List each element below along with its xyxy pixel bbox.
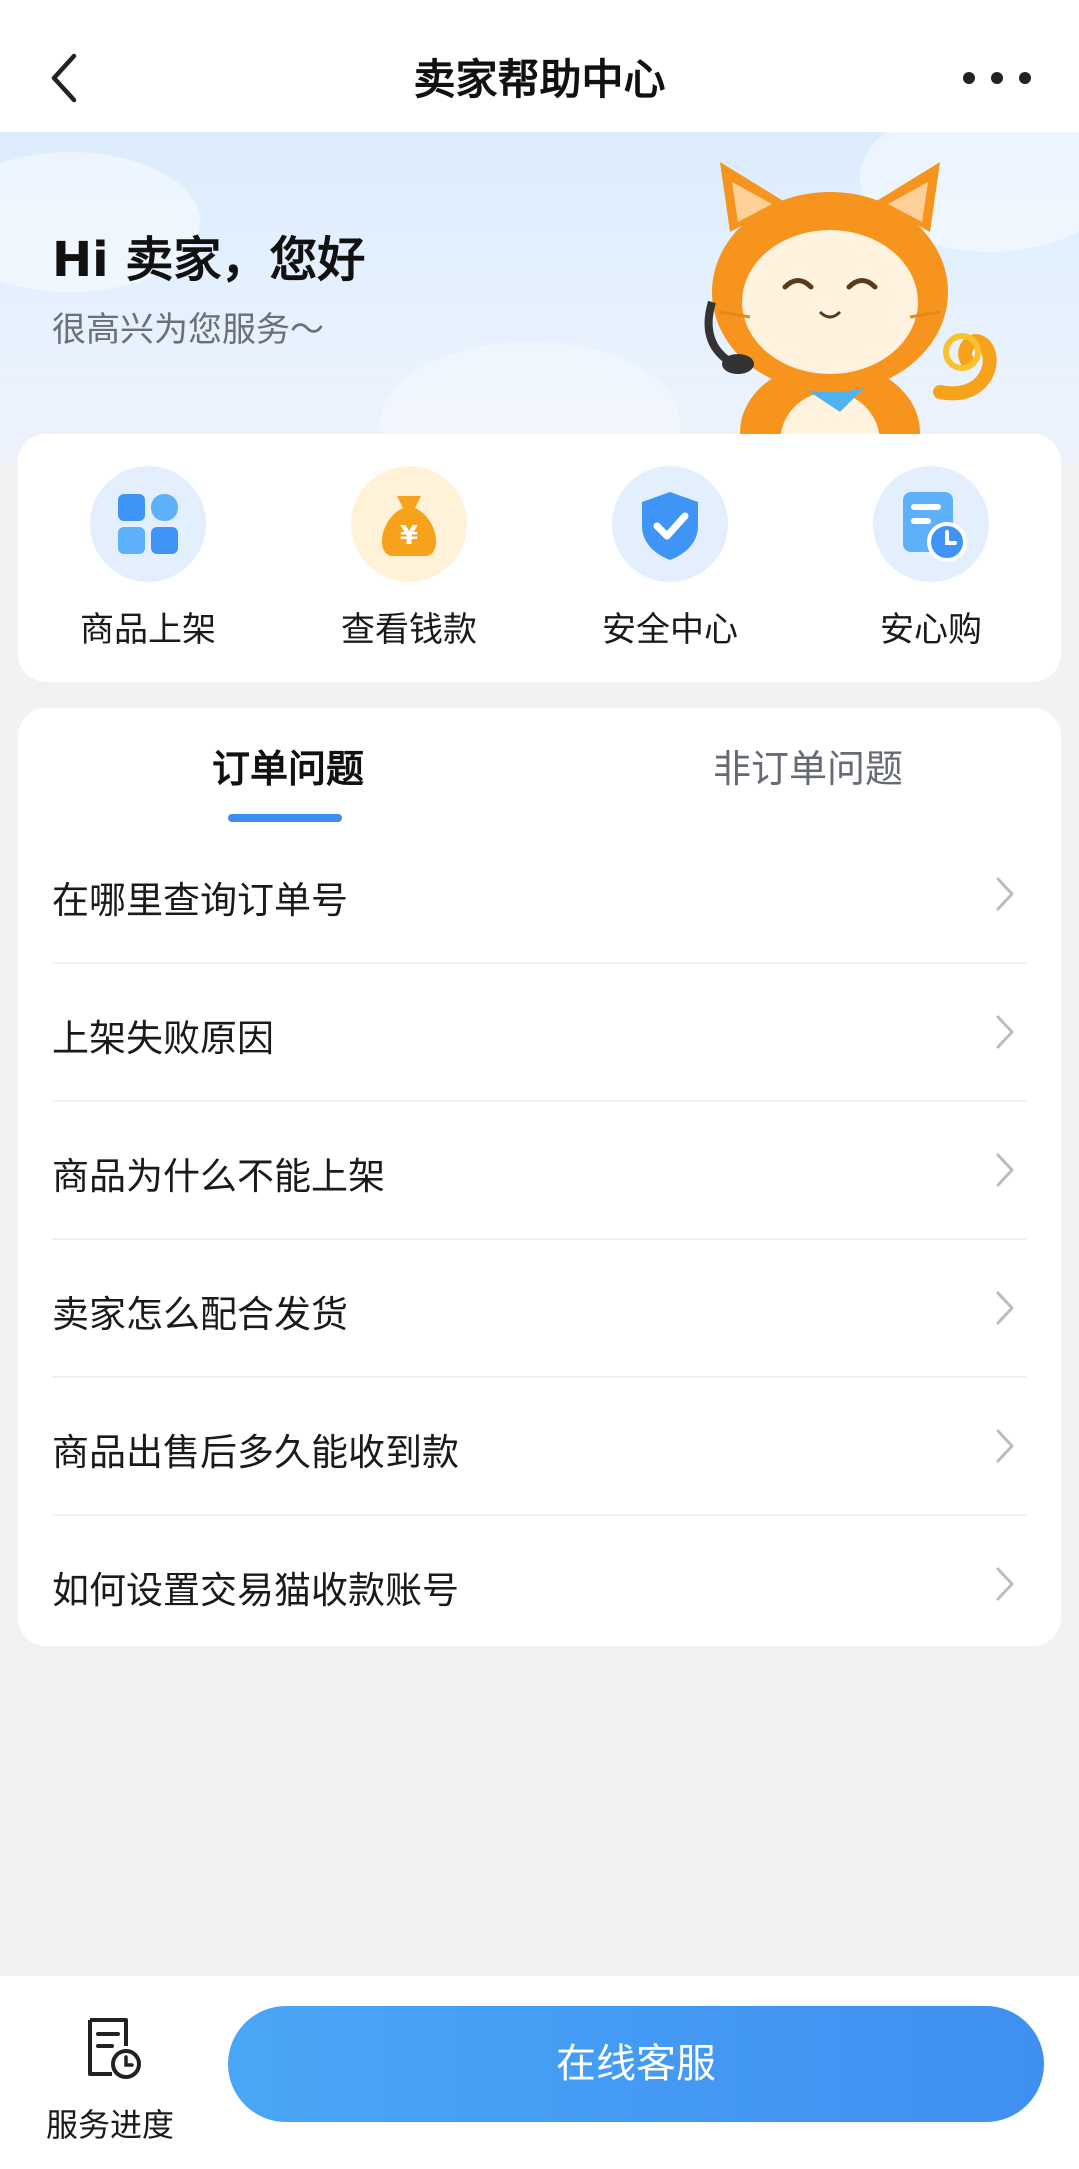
tab-order-issues[interactable]: 订单问题 (190, 738, 386, 822)
faq-item[interactable]: 商品出售后多久能收到款 (18, 1378, 1061, 1516)
quick-action-label: 安心购 (880, 610, 982, 650)
chevron-right-icon (996, 1153, 1014, 1187)
faq-question: 商品出售后多久能收到款 (52, 1431, 459, 1474)
quick-action-label: 商品上架 (80, 610, 216, 650)
online-customer-service-button[interactable]: 在线客服 (228, 2006, 1044, 2122)
cat-mascot-illustration (704, 162, 997, 462)
service-progress-label: 服务进度 (45, 2106, 174, 2144)
order-clock-icon (873, 466, 989, 582)
page-title: 卖家帮助中心 (413, 55, 666, 104)
faq-question: 卖家怎么配合发货 (52, 1293, 348, 1336)
faq-question: 商品为什么不能上架 (52, 1155, 385, 1198)
bottom-action-bar: 服务进度 在线客服 (0, 1976, 1079, 2169)
faq-item[interactable]: 上架失败原因 (18, 964, 1061, 1102)
chevron-right-icon (996, 1015, 1014, 1049)
top-nav-bar: 卖家帮助中心 (0, 0, 1079, 132)
money-bag-icon: ¥ (351, 466, 467, 582)
quick-action-safe-purchase[interactable]: 安心购 (801, 434, 1061, 682)
tab-non-order-issues[interactable]: 非订单问题 (678, 738, 938, 808)
tab-label: 非订单问题 (712, 747, 903, 791)
greeting-subtitle: 很高兴为您服务～ (52, 310, 324, 350)
faq-card: 订单问题 非订单问题 在哪里查询订单号 上架失败原因 商品为什么不能上架 卖家怎… (18, 708, 1061, 1646)
chevron-right-icon (996, 877, 1014, 911)
service-progress-button[interactable]: 服务进度 (20, 2016, 200, 2146)
hero-banner: Hi 卖家，您好 很高兴为您服务～ (0, 132, 1079, 462)
greeting-title: Hi 卖家，您好 (52, 232, 366, 288)
chevron-right-icon (996, 1567, 1014, 1601)
quick-action-view-funds[interactable]: ¥ 查看钱款 (279, 434, 539, 682)
shield-check-icon (612, 466, 728, 582)
tab-active-indicator (228, 814, 342, 822)
faq-item[interactable]: 如何设置交易猫收款账号 (18, 1516, 1061, 1654)
faq-list: 在哪里查询订单号 上架失败原因 商品为什么不能上架 卖家怎么配合发货 商品出售后… (18, 826, 1061, 1654)
quick-actions-card: 商品上架 ¥ 查看钱款 安全中心 安心购 (18, 434, 1061, 682)
svg-text:¥: ¥ (400, 521, 418, 551)
chevron-right-icon (996, 1291, 1014, 1325)
faq-item[interactable]: 商品为什么不能上架 (18, 1102, 1061, 1240)
faq-question: 上架失败原因 (52, 1017, 274, 1060)
document-clock-icon (88, 2018, 141, 2079)
chevron-right-icon (996, 1429, 1014, 1463)
quick-action-label: 安全中心 (602, 610, 738, 650)
faq-item[interactable]: 卖家怎么配合发货 (18, 1240, 1061, 1378)
quick-action-list-product[interactable]: 商品上架 (18, 434, 278, 682)
faq-item[interactable]: 在哪里查询订单号 (18, 826, 1061, 964)
apps-grid-icon (90, 466, 206, 582)
quick-action-label: 查看钱款 (341, 610, 477, 650)
tab-label: 订单问题 (211, 747, 364, 791)
quick-action-security-center[interactable]: 安全中心 (540, 434, 800, 682)
faq-question: 在哪里查询订单号 (52, 879, 348, 922)
more-options-icon[interactable] (959, 58, 1035, 98)
faq-question: 如何设置交易猫收款账号 (52, 1569, 459, 1612)
